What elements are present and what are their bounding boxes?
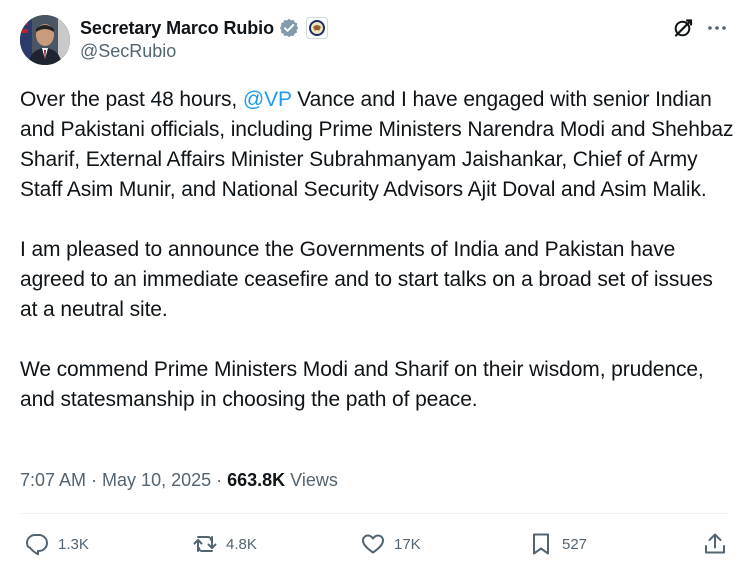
verified-badge-icon[interactable] (278, 17, 300, 39)
tweet-paragraph: I am pleased to announce the Governments… (20, 238, 713, 321)
author-name-row[interactable]: Secretary Marco Rubio (80, 16, 328, 40)
heart-icon (362, 534, 384, 554)
bookmark-count: 527 (562, 535, 588, 553)
bookmark-button[interactable]: 527 (528, 527, 587, 561)
repost-count: 4.8K (226, 535, 257, 553)
share-button[interactable] (702, 527, 728, 561)
repost-button[interactable]: 4.8K (192, 527, 257, 561)
like-count: 17K (394, 535, 421, 553)
timestamp-date[interactable]: May 10, 2025 (102, 470, 211, 490)
meta-separator: · (211, 470, 228, 490)
reply-count: 1.3K (58, 535, 89, 553)
repost-icon (193, 536, 217, 552)
reply-button[interactable]: 1.3K (24, 527, 89, 561)
grok-icon[interactable] (672, 17, 694, 39)
state-department-seal-icon[interactable] (305, 17, 328, 39)
tweet-text-segment: Over the past 48 hours, (20, 88, 243, 111)
like-button[interactable]: 17K (360, 527, 421, 561)
avatar[interactable] (20, 15, 70, 65)
tweet-header-actions (672, 17, 728, 39)
reply-icon (26, 534, 48, 556)
display-name[interactable]: Secretary Marco Rubio (80, 18, 274, 39)
more-options-icon[interactable] (706, 17, 728, 39)
share-icon (705, 533, 725, 554)
views-count: 663.8K (227, 470, 286, 490)
tweet-paragraph: Over the past 48 hours, @VP Vance and I … (20, 85, 735, 205)
views-label: Views (285, 470, 338, 490)
bookmark-icon (533, 533, 549, 555)
meta-separator: · (86, 470, 103, 490)
profile-photo (20, 15, 70, 65)
tweet-meta: 7:07 AM · May 10, 2025 · 663.8K Views (20, 467, 338, 493)
tweet-paragraph: We commend Prime Ministers Modi and Shar… (20, 358, 704, 411)
tweet-text: Over the past 48 hours, @VP Vance and I … (20, 85, 735, 415)
mention-link[interactable]: @VP (243, 88, 292, 111)
author-handle[interactable]: @SecRubio (80, 41, 176, 62)
timestamp-time[interactable]: 7:07 AM (20, 470, 86, 490)
divider (20, 513, 728, 514)
action-bar: 1.3K 4.8K 17K 527 (20, 527, 728, 561)
